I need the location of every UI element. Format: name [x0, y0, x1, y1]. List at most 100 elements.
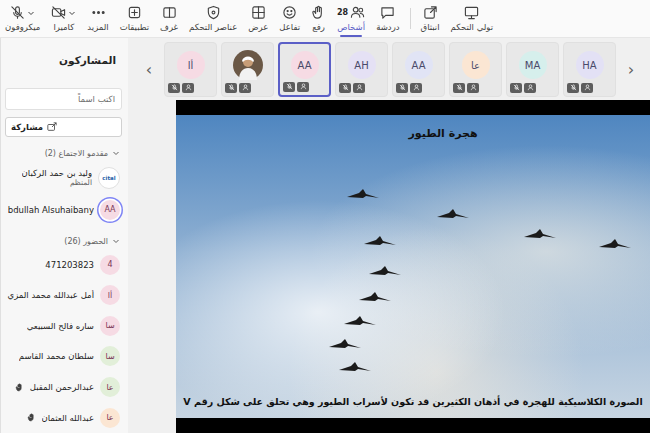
- tile-avatar: HA: [576, 51, 604, 79]
- participant-tile[interactable]: MA: [506, 42, 559, 97]
- mic-off-badge: [168, 83, 180, 93]
- toolbar-button[interactable]: تطبيقات: [119, 0, 150, 37]
- raised-hand-icon: [27, 413, 36, 422]
- mic-off-icon: [570, 84, 577, 91]
- view-icon: [251, 5, 266, 20]
- mic-off-badge: [396, 83, 408, 93]
- person-icon: [470, 84, 477, 91]
- participant-row[interactable]: سا ساره فالح السبيعي: [1, 310, 122, 341]
- participant-row[interactable]: cital وليد بن حمد الركبان المنظم: [1, 161, 122, 195]
- slide-title: هجرة الطيور: [176, 115, 650, 140]
- toolbar-button[interactable]: انبثاق: [420, 0, 441, 37]
- toolbar-button[interactable]: عناصر التحكم: [188, 0, 238, 37]
- share-button[interactable]: مشاركة: [5, 117, 122, 137]
- count-badge: 28: [337, 8, 348, 17]
- participant-tile[interactable]: عا: [449, 42, 502, 97]
- participant-row[interactable]: سا سلطان محمد القاسم: [1, 341, 122, 372]
- tile-avatar: MA: [519, 51, 547, 79]
- more-icon: [91, 5, 106, 20]
- participant-tile[interactable]: HA: [563, 42, 616, 97]
- participant-row[interactable]: AA bdullah Alsuhaibany: [1, 195, 122, 226]
- toolbar-label: عناصر التحكم: [189, 22, 237, 32]
- mic-icon: [10, 5, 25, 20]
- participant-row[interactable]: 4 471203823: [1, 249, 122, 280]
- toolbar-label: دردشة: [376, 22, 399, 32]
- toolbar-label: عرض: [248, 22, 268, 32]
- tile-options-badge: [239, 83, 251, 93]
- toolbar-button[interactable]: تولي التحكم: [450, 0, 495, 37]
- people-icon: [350, 5, 365, 20]
- panel-title: المشاركون: [1, 50, 122, 70]
- raised-hand-icon: [15, 383, 24, 392]
- toolbar-label: تفاعل: [279, 22, 300, 32]
- tile-options-badge: [410, 83, 422, 93]
- mic-off-icon: [228, 84, 235, 91]
- toolbar-button[interactable]: دردشة: [375, 0, 400, 37]
- section-header[interactable]: الحضور (26): [1, 233, 122, 249]
- slide-caption: الصورة الكلاسيكية للهجرة في أذهان الكثير…: [176, 396, 650, 418]
- participants-panel: المشاركون اكتب اسماً مشاركة مقدمو الاجتم…: [0, 38, 128, 433]
- tile-avatar: عا: [462, 51, 490, 79]
- participant-row[interactable]: عا عبدالرحمن المقبل: [1, 372, 122, 403]
- toolbar-button[interactable]: المزيد: [86, 0, 109, 37]
- tile-options-badge: [353, 83, 365, 93]
- mic-off-icon: [342, 84, 349, 91]
- tile-avatar: AA: [291, 51, 319, 79]
- participant-tile[interactable]: AH: [335, 42, 388, 97]
- tile-options-badge: [182, 83, 194, 93]
- toolbar-button[interactable]: رفع: [310, 0, 327, 37]
- person-icon: [356, 84, 363, 91]
- person-icon: [413, 84, 420, 91]
- participant-name: bdullah Alsuhaibany: [8, 205, 94, 215]
- toolbar-label: انبثاق: [421, 22, 440, 32]
- participant-row[interactable]: أا أمل عبدالله محمد المزي: [1, 280, 122, 311]
- toolbar-label: تولي التحكم: [451, 22, 494, 32]
- react-icon: [282, 5, 297, 20]
- strip-prev-button[interactable]: ‹: [138, 60, 160, 79]
- tile-options-badge: [524, 83, 536, 93]
- avatar: سا: [100, 346, 120, 366]
- participant-tile[interactable]: AA: [392, 42, 445, 97]
- person-icon: [185, 84, 192, 91]
- toolbar-label: أشخاص: [337, 22, 365, 32]
- toolbar-label: المزيد: [87, 22, 108, 32]
- chevron-down-icon[interactable]: [68, 9, 76, 17]
- mic-off-badge: [225, 83, 237, 93]
- participant-tile[interactable]: AA: [278, 42, 331, 97]
- tile-avatar: AA: [405, 51, 433, 79]
- toolbar-button[interactable]: 28 أشخاص: [336, 0, 366, 37]
- avatar: عا: [100, 408, 120, 428]
- birds-image: [176, 115, 650, 418]
- toolbar-button[interactable]: ميكروفون: [4, 0, 41, 37]
- toolbar-button[interactable]: كاميرا: [50, 0, 77, 37]
- participant-role: المنظم: [22, 178, 92, 187]
- strip-next-button[interactable]: ›: [620, 60, 642, 79]
- toolbar-button[interactable]: عرض: [247, 0, 269, 37]
- toolbar-button[interactable]: تفاعل: [278, 0, 301, 37]
- participant-name: 471203823: [45, 260, 94, 270]
- person-icon: [584, 84, 591, 91]
- toolbar-separator: [410, 8, 411, 29]
- participant-tile[interactable]: [221, 42, 274, 97]
- participant-row[interactable]: عا عبدالله العثمان: [1, 402, 122, 433]
- toolbar-label: كاميرا: [53, 22, 74, 32]
- participant-name: عبدالرحمن المقبل: [30, 382, 94, 392]
- toolbar-button[interactable]: غرف: [159, 0, 179, 37]
- search-placeholder: اكتب اسماً: [78, 94, 115, 104]
- search-field[interactable]: اكتب اسماً: [5, 88, 122, 110]
- control-icon: [464, 5, 479, 20]
- apps-icon: [127, 5, 142, 20]
- person-icon: [242, 84, 249, 91]
- mic-off-icon: [171, 84, 178, 91]
- participant-name: ساره فالح السبيعي: [27, 321, 94, 331]
- avatar: أا: [100, 285, 120, 305]
- mic-off-badge: [283, 82, 295, 92]
- participant-tile[interactable]: أا: [164, 42, 217, 97]
- chevron-down-icon[interactable]: [27, 9, 35, 17]
- mic-off-badge: [567, 83, 579, 93]
- mic-off-icon: [286, 83, 293, 90]
- section-header[interactable]: مقدمو الاجتماع (2): [1, 145, 122, 161]
- mic-off-badge: [453, 83, 465, 93]
- rooms-icon: [162, 5, 177, 20]
- participant-name: سلطان محمد القاسم: [19, 351, 94, 361]
